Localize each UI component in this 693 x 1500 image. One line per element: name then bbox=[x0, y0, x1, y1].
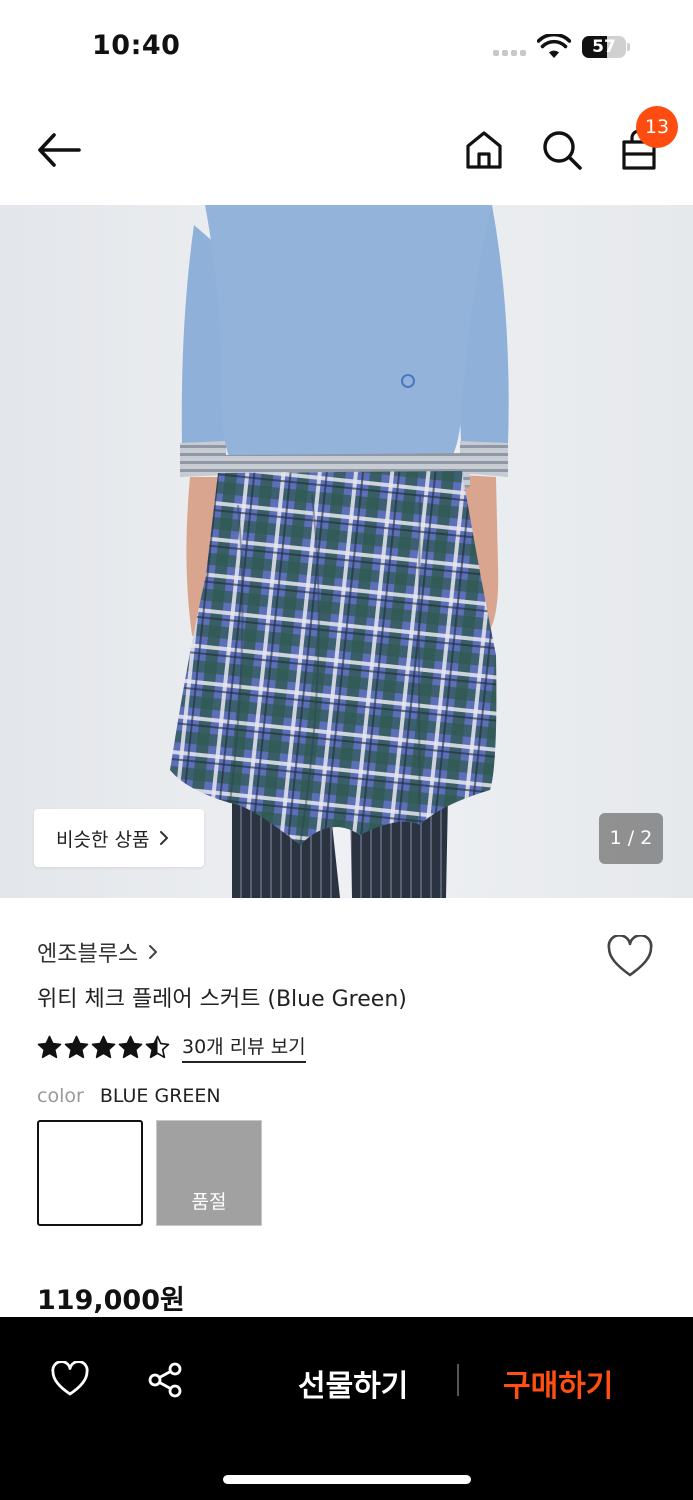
battery-level: 57 bbox=[592, 37, 616, 57]
image-counter: 1 / 2 bbox=[599, 813, 663, 864]
gift-button[interactable]: 선물하기 bbox=[298, 1361, 408, 1405]
color-swatch-blue-green[interactable] bbox=[37, 1120, 143, 1226]
cart-count-badge: 13 bbox=[636, 106, 678, 148]
wishlist-heart-icon[interactable] bbox=[606, 935, 654, 979]
cellular-signal-icon bbox=[493, 50, 526, 56]
star-icon bbox=[37, 1035, 62, 1059]
product-title: 위티 체크 플레어 스커트 (Blue Green) bbox=[37, 987, 407, 1012]
chevron-right-icon bbox=[149, 945, 158, 959]
color-label: color bbox=[37, 1085, 84, 1107]
status-bar: 10:40 57 bbox=[0, 0, 693, 96]
buy-button[interactable]: 구매하기 bbox=[503, 1361, 613, 1405]
price: 119,000원 bbox=[37, 1285, 185, 1316]
star-icon bbox=[91, 1035, 116, 1059]
back-arrow-icon[interactable] bbox=[36, 130, 82, 170]
product-photo bbox=[170, 205, 509, 898]
star-icon bbox=[64, 1035, 89, 1059]
product-image[interactable] bbox=[0, 205, 693, 898]
rating-row: 30개 리뷰 보기 bbox=[37, 1032, 306, 1063]
similar-products-button[interactable]: 비슷한 상품 bbox=[34, 809, 204, 867]
color-swatch-sold-out[interactable]: 품절 bbox=[156, 1120, 262, 1226]
reviews-link[interactable]: 30개 리뷰 보기 bbox=[182, 1032, 306, 1063]
chevron-right-icon bbox=[160, 831, 169, 845]
star-icon bbox=[118, 1035, 143, 1059]
share-icon[interactable] bbox=[146, 1361, 184, 1399]
brand-name: 엔조블루스 bbox=[37, 942, 139, 967]
bottom-action-bar bbox=[0, 1317, 693, 1500]
star-icon bbox=[145, 1035, 170, 1059]
top-nav bbox=[0, 100, 693, 200]
color-value: BLUE GREEN bbox=[99, 1085, 221, 1107]
home-icon[interactable] bbox=[462, 128, 506, 172]
color-selector-label: color BLUE GREEN bbox=[37, 1085, 221, 1107]
divider bbox=[457, 1364, 459, 1396]
rating-stars bbox=[37, 1035, 170, 1060]
home-indicator[interactable] bbox=[223, 1475, 471, 1484]
wifi-icon bbox=[537, 34, 571, 58]
similar-products-label: 비슷한 상품 bbox=[56, 828, 150, 851]
heart-icon[interactable] bbox=[50, 1361, 90, 1397]
brand-link[interactable]: 엔조블루스 bbox=[37, 936, 158, 968]
sold-out-label: 품절 bbox=[191, 1191, 227, 1213]
search-icon[interactable] bbox=[540, 128, 584, 172]
battery-icon: 57 bbox=[582, 36, 630, 58]
status-time: 10:40 bbox=[92, 30, 181, 61]
